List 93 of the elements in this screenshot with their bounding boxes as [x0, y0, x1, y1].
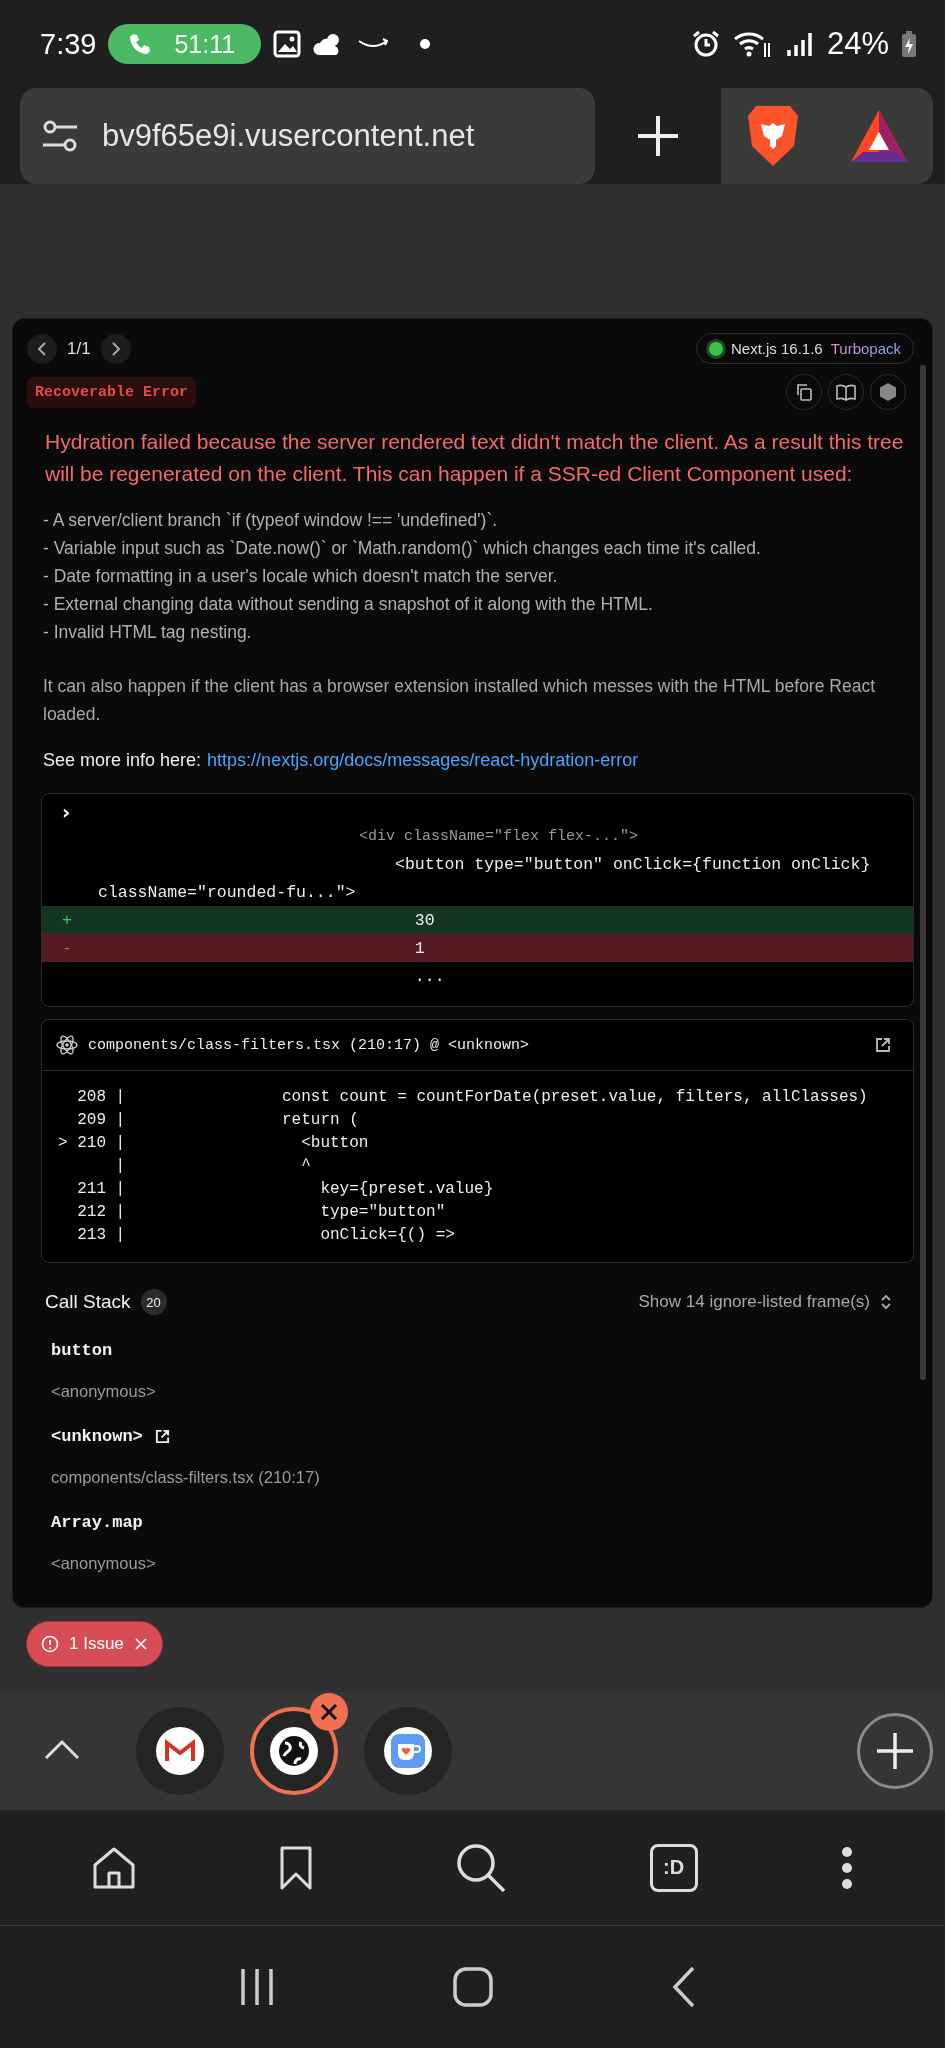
globe-icon	[277, 1734, 311, 1768]
frame-name: <unknown>	[51, 1427, 143, 1446]
code-line: key={preset.value}	[319, 1179, 494, 1198]
frame-location: <anonymous>	[51, 1382, 157, 1401]
copy-icon	[795, 383, 813, 401]
copy-button[interactable]	[786, 374, 822, 410]
code-line: return (	[282, 1110, 359, 1129]
info-label: See more info here:	[43, 750, 202, 771]
plus-icon	[875, 1731, 915, 1771]
alert-icon	[41, 1635, 59, 1653]
line-number: 209 |	[76, 1110, 127, 1129]
mail-icon	[165, 1739, 195, 1763]
plus-icon	[636, 114, 680, 158]
section-title: Call Stack	[45, 1291, 131, 1313]
diff-line: className="rounded-fu...">	[97, 881, 357, 904]
diff-line: <button type="button" onClick={function onClick}	[394, 853, 872, 876]
line-number: 212 |	[76, 1202, 127, 1221]
url-text: bv9f65e9i.vusercontent.net	[102, 118, 475, 154]
cause-item: - Variable input such as `Date.now()` or `Math.random()` which changes each time it's called.	[43, 537, 762, 560]
frame-count: 20	[140, 1289, 167, 1315]
settings-button[interactable]	[870, 374, 906, 410]
explanation-text: It can also happen if the client has a browser extension installed which messes with the HTML before React loaded.	[43, 675, 876, 726]
search-icon	[455, 1841, 508, 1894]
line-number: 211 |	[76, 1179, 127, 1198]
atom-icon	[56, 1034, 78, 1056]
bookmark-icon	[279, 1844, 314, 1891]
expand-toggle[interactable]: ›	[42, 794, 913, 822]
coffee-cup-icon	[390, 1733, 426, 1769]
battery-percent: 24%	[826, 26, 889, 62]
frame-name: button	[51, 1341, 113, 1360]
address-bar[interactable]: bv9f65e9i.vusercontent.net	[20, 88, 595, 184]
back-button[interactable]	[671, 1966, 696, 2008]
error-label: Recoverable Error	[27, 376, 197, 408]
code-line: onClick={() =>	[319, 1225, 455, 1244]
line-number: |	[114, 1156, 127, 1175]
cause-item: - Date formatting in a user's locale which doesn't match the server.	[43, 565, 559, 588]
file-path: components/class-filters.tsx (210:17) @ <unknown>	[88, 1036, 531, 1054]
notification-dot-icon	[419, 38, 432, 50]
line-number: 213 |	[76, 1225, 127, 1244]
frame-name: Array.map	[51, 1513, 143, 1532]
chevron-updown-icon	[880, 1293, 892, 1311]
cause-item: - Invalid HTML tag nesting.	[43, 621, 253, 644]
book-icon	[836, 383, 856, 401]
code-line: <button	[300, 1133, 369, 1152]
recent-apps-button[interactable]	[239, 1967, 276, 2007]
line-number: > 210 |	[57, 1133, 127, 1152]
page-counter: 1/1	[67, 338, 91, 359]
hexagon-icon	[879, 382, 897, 402]
diff-line: <div className="flex flex-...">	[358, 826, 640, 847]
tabs-button[interactable]: :D	[649, 1843, 698, 1892]
lion-shield-icon[interactable]	[745, 104, 800, 168]
code-line: const count = countForDate(preset.value, filters, allClasses)	[282, 1087, 868, 1106]
chevron-up-icon	[42, 1737, 82, 1762]
chevron-left-icon	[37, 341, 47, 356]
home-square-icon	[453, 1967, 494, 2007]
status-dot	[708, 341, 723, 356]
image-icon	[273, 30, 302, 58]
alarm-icon	[690, 29, 721, 59]
clock-time: 7:39	[40, 27, 97, 61]
close-tab-button[interactable]	[310, 1693, 348, 1731]
bundler-name: Turbopack	[830, 340, 901, 357]
cause-item: - External changing data without sending a snapshot of it along with the HTML.	[43, 593, 654, 616]
frame-location: components/class-filters.tsx (210:17)	[51, 1468, 321, 1487]
more-icon	[839, 1844, 854, 1891]
triangle-icon[interactable]	[848, 108, 909, 164]
diff-line: ...	[413, 965, 446, 988]
more-button[interactable]	[839, 1844, 854, 1891]
battery-icon	[901, 30, 917, 58]
error-message: Hydration failed because the server rendered text didn't match the client. As a result this tree will be regenerated on the client. This can happen if a SSR-ed Client Component used:	[45, 429, 905, 487]
version-text: Next.js 16.1.6	[730, 340, 823, 357]
docs-button[interactable]	[828, 374, 864, 410]
add-tab-button[interactable]	[857, 1713, 933, 1789]
line-number: 208 |	[76, 1087, 127, 1106]
cause-item: - A server/client branch `if (typeof window !== 'undefined')`.	[43, 509, 499, 532]
docs-link[interactable]: https://nextjs.org/docs/messages/react-hydration-error	[207, 750, 639, 771]
show-frames-button[interactable]: Show 14 ignore-listed frame(s)	[638, 1292, 904, 1312]
chevron-right-icon	[110, 341, 121, 356]
next-button[interactable]	[100, 333, 131, 364]
back-icon	[671, 1966, 696, 2008]
recents-icon	[239, 1967, 276, 2007]
signal-icon	[784, 30, 815, 58]
home-nav-button[interactable]	[453, 1967, 494, 2007]
issues-button[interactable]: 1 Issue	[26, 1621, 163, 1667]
close-icon	[133, 1637, 148, 1651]
code-line: ^	[300, 1156, 311, 1175]
bookmark-button[interactable]	[279, 1844, 314, 1891]
code-line: type="button"	[319, 1202, 446, 1221]
search-button[interactable]	[455, 1841, 508, 1894]
phone-icon	[128, 32, 153, 56]
previous-button[interactable]	[27, 333, 57, 364]
close-icon	[320, 1703, 338, 1721]
external-link-icon[interactable]	[875, 1037, 891, 1053]
frame-location: <anonymous>	[51, 1554, 157, 1573]
